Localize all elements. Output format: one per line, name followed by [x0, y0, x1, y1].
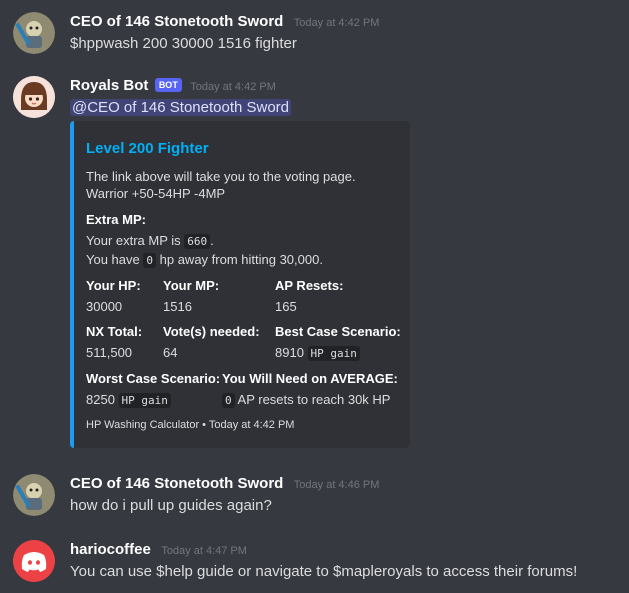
message-timestamp: Today at 4:42 PM — [293, 17, 380, 29]
user-avatar[interactable] — [13, 474, 55, 516]
message-author[interactable]: CEO of 146 Stonetooth Sword — [70, 13, 283, 30]
warrior-avatar-icon — [13, 12, 55, 54]
field-name: You Will Need on AVERAGE: — [222, 371, 398, 386]
field-name: Best Case Scenario: — [275, 324, 401, 339]
field-value: 8250 HP gain — [86, 391, 171, 410]
extra-mp-line: You have 0 hp away from hitting 30,000. — [86, 252, 323, 268]
field-name: NX Total: — [86, 324, 143, 339]
message-author[interactable]: Royals Bot — [70, 77, 148, 94]
user-avatar[interactable] — [13, 12, 55, 54]
field-value: 511,500 — [86, 345, 133, 360]
inline-code: HP gain — [118, 393, 171, 408]
field-name: AP Resets: — [275, 278, 344, 293]
field-value: 1516 — [163, 299, 192, 314]
extra-mp-heading: Extra MP: — [86, 212, 146, 227]
message-author[interactable]: CEO of 146 Stonetooth Sword — [70, 475, 283, 492]
field-value: 165 — [275, 299, 297, 314]
extra-mp-line: Your extra MP is 660. — [86, 233, 214, 249]
message-author[interactable]: hariocoffee — [70, 541, 151, 558]
message-text: You can use $help guide or navigate to $… — [70, 563, 578, 580]
field-value: 64 — [163, 345, 178, 360]
field-value: 0 AP resets to reach 30k HP — [222, 391, 390, 410]
field-name: Your HP: — [86, 278, 141, 293]
embed-footer: HP Washing Calculator • Today at 4:42 PM — [86, 419, 295, 431]
field-name: Vote(s) needed: — [163, 324, 260, 339]
embed-description: The link above will take you to the voti… — [86, 169, 356, 184]
message-timestamp: Today at 4:47 PM — [161, 545, 247, 557]
field-value: 30000 — [86, 299, 123, 314]
girl-avatar-icon — [13, 76, 55, 118]
message-timestamp: Today at 4:42 PM — [190, 81, 276, 93]
inline-code: 660 — [184, 234, 211, 249]
field-value: 8910 HP gain — [275, 344, 360, 363]
field-name: Your MP: — [163, 278, 220, 293]
bot-badge: BOT — [154, 78, 182, 92]
embed-description: Warrior +50-54HP -4MP — [86, 186, 226, 201]
discord-logo-icon — [13, 540, 55, 582]
inline-code: 0 — [143, 253, 156, 268]
message-text: $hppwash 200 30000 1516 fighter — [70, 35, 297, 52]
bot-avatar[interactable] — [13, 76, 55, 118]
warrior-avatar-icon — [13, 474, 55, 516]
field-name: Worst Case Scenario: — [86, 371, 221, 386]
inline-code: HP gain — [307, 346, 360, 361]
message-text: how do i pull up guides again? — [70, 497, 272, 514]
message-timestamp: Today at 4:46 PM — [293, 479, 380, 491]
inline-code: 0 — [222, 393, 235, 408]
embed-title[interactable]: Level 200 Fighter — [86, 140, 209, 157]
user-mention[interactable]: @CEO of 146 Stonetooth Sword — [70, 99, 292, 116]
user-avatar[interactable] — [13, 540, 55, 582]
